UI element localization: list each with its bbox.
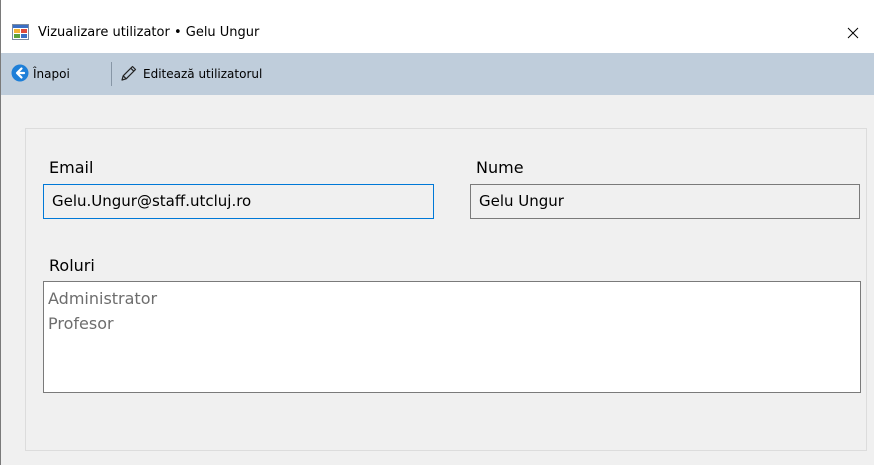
windows-form-icon <box>12 24 29 40</box>
pencil-icon <box>119 63 139 86</box>
arrow-left-circle-icon <box>11 64 29 85</box>
roles-label: Roluri <box>49 256 95 275</box>
edit-user-button[interactable]: Editează utilizatorul <box>119 53 262 95</box>
toolbar-separator <box>111 62 112 86</box>
list-item[interactable]: Administrator <box>48 286 856 311</box>
back-button[interactable]: Înapoi <box>11 53 70 95</box>
name-field[interactable]: Gelu Ungur <box>470 184 860 219</box>
close-icon <box>847 24 859 43</box>
roles-listbox[interactable]: Administrator Profesor <box>43 281 861 393</box>
close-button[interactable] <box>831 15 874 51</box>
back-button-label: Înapoi <box>33 67 70 81</box>
toolbar: Înapoi Editează utilizatorul <box>1 53 874 95</box>
list-item[interactable]: Profesor <box>48 311 856 336</box>
window-title: Vizualizare utilizator • Gelu Ungur <box>38 25 260 40</box>
user-view-window: Vizualizare utilizator • Gelu Ungur Înap… <box>0 0 874 465</box>
edit-user-button-label: Editează utilizatorul <box>143 67 263 81</box>
name-label: Nume <box>476 158 524 177</box>
title-bar: Vizualizare utilizator • Gelu Ungur <box>1 0 874 53</box>
email-label: Email <box>49 158 94 177</box>
email-field[interactable]: Gelu.Ungur@staff.utcluj.ro <box>43 184 434 219</box>
